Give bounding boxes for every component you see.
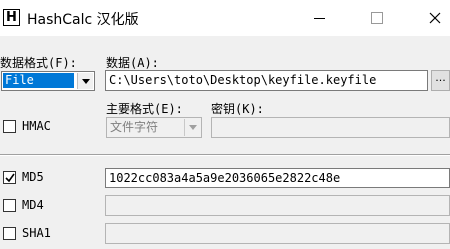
hmac-label: HMAC (22, 119, 51, 133)
sha1-checkbox[interactable] (3, 227, 16, 240)
md5-output[interactable]: 1022cc083a4a5a9e2036065e2822c48e (105, 168, 450, 188)
md4-checkbox[interactable] (3, 199, 16, 212)
md4-label: MD4 (22, 198, 44, 212)
checkmark-icon (5, 173, 15, 183)
key-format-selected: 文件字符 (110, 120, 159, 134)
key-format-select[interactable]: 文件字符 (106, 117, 202, 138)
data-label: 数据(A): (106, 56, 159, 70)
window-title: HashCalc 汉化版 (27, 12, 139, 28)
hmac-checkbox[interactable] (3, 120, 16, 133)
sha1-label: SHA1 (22, 226, 51, 240)
chevron-down-icon[interactable] (77, 73, 93, 89)
app-icon: H (3, 9, 20, 26)
browse-button[interactable]: ... (431, 70, 450, 91)
minimize-button[interactable] (298, 0, 344, 36)
data-format-label: 数据格式(F): (0, 56, 77, 70)
sha1-output[interactable] (105, 223, 450, 244)
close-button[interactable] (412, 0, 450, 36)
title-bar: H HashCalc 汉化版 (0, 0, 450, 36)
close-icon (429, 12, 441, 24)
separator (0, 154, 450, 156)
chevron-down-icon[interactable] (184, 119, 200, 136)
key-label: 密钥(K): (211, 102, 264, 116)
key-format-label: 主要格式(E): (106, 102, 183, 116)
md4-output[interactable] (105, 195, 450, 216)
md5-label: MD5 (22, 170, 44, 184)
data-input[interactable]: C:\Users\toto\Desktop\keyfile.keyfile (105, 70, 428, 91)
data-format-select[interactable]: File (1, 71, 95, 91)
maximize-button[interactable] (354, 0, 400, 36)
data-format-selected: File (3, 73, 74, 88)
md5-checkbox[interactable] (3, 171, 16, 184)
key-input[interactable] (211, 117, 450, 138)
